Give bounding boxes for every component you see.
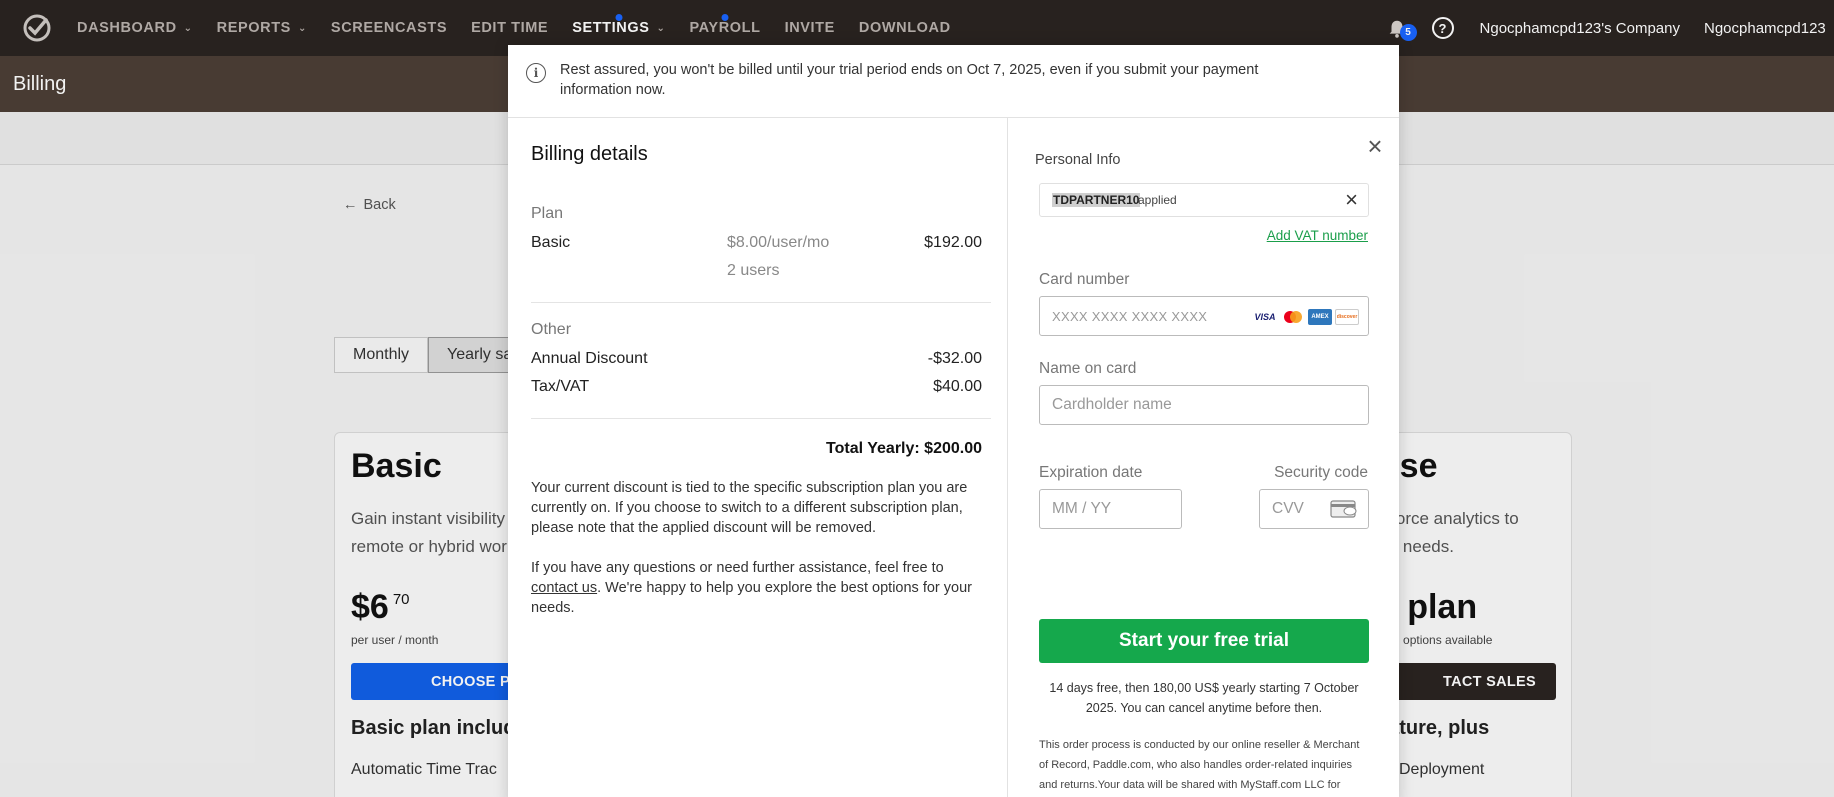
assistance-text-start: If you have any questions or need furthe… [531, 560, 944, 576]
payment-form-panel: × Personal Info TDPARTNER10 applied × Ad… [1008, 118, 1399, 797]
annual-discount-label: Annual Discount [531, 350, 648, 367]
assistance-text-end: . We're happy to help you explore the be… [531, 580, 972, 616]
plan-amount: $192.00 [924, 234, 982, 251]
expiration-date-placeholder: MM / YY [1052, 500, 1112, 517]
close-icon[interactable]: × [1365, 133, 1385, 159]
tax-value: $40.00 [933, 378, 982, 395]
card-number-label: Card number [1039, 271, 1130, 288]
tax-label: Tax/VAT [531, 378, 590, 395]
name-on-card-label: Name on card [1039, 360, 1137, 377]
personal-info-label: Personal Info [1035, 152, 1121, 168]
trial-notice: i Rest assured, you won't be billed unti… [508, 45, 1399, 118]
plan-name: Basic [531, 234, 571, 251]
divider [531, 302, 991, 303]
remove-coupon-icon[interactable]: × [1345, 187, 1358, 213]
contact-us-link[interactable]: contact us [531, 580, 597, 596]
security-code-label: Security code [1274, 464, 1368, 481]
security-code-placeholder: CVV [1272, 500, 1304, 517]
expiration-date-label: Expiration date [1039, 464, 1143, 481]
divider [531, 418, 991, 419]
plan-users: 2 users [727, 262, 780, 279]
coupon-status: applied [1138, 193, 1177, 207]
add-vat-link[interactable]: Add VAT number [1267, 228, 1368, 243]
amex-icon: AMEX [1308, 309, 1332, 325]
assistance-paragraph: If you have any questions or need furthe… [531, 558, 986, 618]
start-free-trial-button[interactable]: Start your free trial [1039, 619, 1369, 663]
coupon-field: TDPARTNER10 applied × [1039, 183, 1369, 217]
security-code-input[interactable]: CVV [1259, 489, 1369, 529]
card-number-input[interactable]: XXXX XXXX XXXX XXXX VISA AMEX discover [1039, 296, 1369, 336]
card-number-placeholder: XXXX XXXX XXXX XXXX [1052, 308, 1208, 324]
annual-discount-value: -$32.00 [927, 350, 982, 367]
checkout-modal: i Rest assured, you won't be billed unti… [508, 45, 1399, 797]
cardholder-name-placeholder: Cardholder name [1052, 396, 1172, 413]
mastercard-icon [1281, 309, 1305, 325]
cardholder-name-input[interactable]: Cardholder name [1039, 385, 1369, 425]
billing-details-panel: Billing details Plan Basic $8.00/user/mo… [508, 118, 1008, 797]
total-yearly: Total Yearly: $200.00 [826, 440, 982, 457]
plan-rate: $8.00/user/mo [727, 234, 830, 251]
trial-terms-note: 14 days free, then 180,00 US$ yearly sta… [1049, 681, 1359, 715]
info-icon: i [526, 63, 546, 83]
coupon-code: TDPARTNER10 [1052, 193, 1141, 207]
other-section-label: Other [531, 321, 572, 338]
card-brand-icons: VISA AMEX discover [1252, 309, 1359, 325]
discover-icon: discover [1335, 309, 1359, 325]
trial-notice-text: Rest assured, you won't be billed until … [560, 62, 1259, 98]
billing-details-title: Billing details [531, 143, 648, 165]
merchant-fine-print: This order process is conducted by our o… [1039, 739, 1360, 791]
discount-notice-paragraph: Your current discount is tied to the spe… [531, 480, 968, 536]
plan-section-label: Plan [531, 205, 564, 222]
cvv-card-icon [1330, 500, 1357, 518]
expiration-date-input[interactable]: MM / YY [1039, 489, 1182, 529]
visa-icon: VISA [1254, 312, 1276, 322]
